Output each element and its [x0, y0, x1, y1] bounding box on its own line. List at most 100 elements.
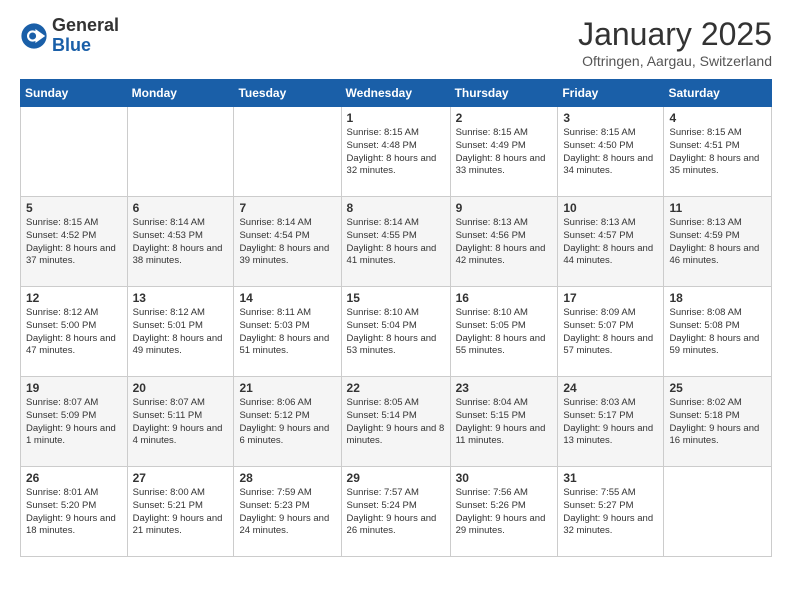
weekday-header: Friday	[558, 80, 664, 107]
day-number: 30	[456, 471, 553, 485]
day-number: 23	[456, 381, 553, 395]
day-info: Sunrise: 8:13 AM Sunset: 4:57 PM Dayligh…	[563, 217, 658, 268]
day-number: 10	[563, 201, 658, 215]
day-number: 31	[563, 471, 658, 485]
week-row: 12 Sunrise: 8:12 AM Sunset: 5:00 PM Dayli…	[21, 287, 772, 377]
day-info: Sunrise: 8:10 AM Sunset: 5:05 PM Dayligh…	[456, 307, 553, 358]
logo-general: General	[52, 15, 119, 35]
calendar-cell: 11 Sunrise: 8:13 AM Sunset: 4:59 PM Dayli…	[664, 197, 772, 287]
day-info: Sunrise: 8:06 AM Sunset: 5:12 PM Dayligh…	[239, 397, 335, 448]
day-number: 27	[133, 471, 229, 485]
calendar-cell: 26 Sunrise: 8:01 AM Sunset: 5:20 PM Dayli…	[21, 467, 128, 557]
calendar-cell: 27 Sunrise: 8:00 AM Sunset: 5:21 PM Dayli…	[127, 467, 234, 557]
header: General Blue January 2025 Oftringen, Aar…	[20, 16, 772, 69]
day-info: Sunrise: 8:07 AM Sunset: 5:09 PM Dayligh…	[26, 397, 122, 448]
weekday-header: Monday	[127, 80, 234, 107]
calendar-cell: 31 Sunrise: 7:55 AM Sunset: 5:27 PM Dayli…	[558, 467, 664, 557]
day-info: Sunrise: 8:02 AM Sunset: 5:18 PM Dayligh…	[669, 397, 766, 448]
calendar-cell: 3 Sunrise: 8:15 AM Sunset: 4:50 PM Daylig…	[558, 107, 664, 197]
day-number: 11	[669, 201, 766, 215]
day-number: 9	[456, 201, 553, 215]
weekday-header: Wednesday	[341, 80, 450, 107]
day-info: Sunrise: 8:15 AM Sunset: 4:52 PM Dayligh…	[26, 217, 122, 268]
day-info: Sunrise: 8:04 AM Sunset: 5:15 PM Dayligh…	[456, 397, 553, 448]
weekday-header: Tuesday	[234, 80, 341, 107]
day-info: Sunrise: 8:13 AM Sunset: 4:59 PM Dayligh…	[669, 217, 766, 268]
day-number: 28	[239, 471, 335, 485]
calendar-cell: 10 Sunrise: 8:13 AM Sunset: 4:57 PM Dayli…	[558, 197, 664, 287]
day-info: Sunrise: 8:01 AM Sunset: 5:20 PM Dayligh…	[26, 487, 122, 538]
day-number: 15	[347, 291, 445, 305]
calendar-cell: 22 Sunrise: 8:05 AM Sunset: 5:14 PM Dayli…	[341, 377, 450, 467]
day-info: Sunrise: 8:14 AM Sunset: 4:54 PM Dayligh…	[239, 217, 335, 268]
weekday-row: SundayMondayTuesdayWednesdayThursdayFrid…	[21, 80, 772, 107]
day-number: 7	[239, 201, 335, 215]
location: Oftringen, Aargau, Switzerland	[578, 53, 772, 69]
logo: General Blue	[20, 16, 119, 56]
day-number: 12	[26, 291, 122, 305]
day-number: 6	[133, 201, 229, 215]
day-number: 13	[133, 291, 229, 305]
calendar-cell: 17Sunrise: 8:09 AM Sunset: 5:07 PM Dayli…	[558, 287, 664, 377]
calendar-cell: 15 Sunrise: 8:10 AM Sunset: 5:04 PM Dayli…	[341, 287, 450, 377]
day-info: Sunrise: 8:05 AM Sunset: 5:14 PM Dayligh…	[347, 397, 445, 448]
day-number: 8	[347, 201, 445, 215]
calendar-cell: 24Sunrise: 8:03 AM Sunset: 5:17 PM Dayli…	[558, 377, 664, 467]
day-info: Sunrise: 8:14 AM Sunset: 4:55 PM Dayligh…	[347, 217, 445, 268]
weekday-header: Sunday	[21, 80, 128, 107]
calendar-cell	[234, 107, 341, 197]
day-number: 3	[563, 111, 658, 125]
logo-icon	[20, 22, 48, 50]
day-info: Sunrise: 8:07 AM Sunset: 5:11 PM Dayligh…	[133, 397, 229, 448]
day-number: 29	[347, 471, 445, 485]
weekday-header: Thursday	[450, 80, 558, 107]
calendar-cell: 2 Sunrise: 8:15 AM Sunset: 4:49 PM Daylig…	[450, 107, 558, 197]
day-info: Sunrise: 8:11 AM Sunset: 5:03 PM Dayligh…	[239, 307, 335, 358]
day-info: Sunrise: 8:15 AM Sunset: 4:51 PM Dayligh…	[669, 127, 766, 178]
day-info: Sunrise: 7:56 AM Sunset: 5:26 PM Dayligh…	[456, 487, 553, 538]
calendar-table: SundayMondayTuesdayWednesdayThursdayFrid…	[20, 79, 772, 557]
day-number: 2	[456, 111, 553, 125]
calendar-cell: 8 Sunrise: 8:14 AM Sunset: 4:55 PM Daylig…	[341, 197, 450, 287]
day-info: Sunrise: 8:12 AM Sunset: 5:00 PM Dayligh…	[26, 307, 122, 358]
day-info: Sunrise: 8:15 AM Sunset: 4:49 PM Dayligh…	[456, 127, 553, 178]
calendar-cell: 7 Sunrise: 8:14 AM Sunset: 4:54 PM Daylig…	[234, 197, 341, 287]
calendar-cell	[127, 107, 234, 197]
day-info: Sunrise: 8:08 AM Sunset: 5:08 PM Dayligh…	[669, 307, 766, 358]
page: General Blue January 2025 Oftringen, Aar…	[0, 0, 792, 573]
day-info: Sunrise: 8:00 AM Sunset: 5:21 PM Dayligh…	[133, 487, 229, 538]
day-number: 19	[26, 381, 122, 395]
calendar-cell: 14 Sunrise: 8:11 AM Sunset: 5:03 PM Dayli…	[234, 287, 341, 377]
calendar-cell: 21 Sunrise: 8:06 AM Sunset: 5:12 PM Dayli…	[234, 377, 341, 467]
week-row: 19 Sunrise: 8:07 AM Sunset: 5:09 PM Dayli…	[21, 377, 772, 467]
calendar-cell: 4 Sunrise: 8:15 AM Sunset: 4:51 PM Daylig…	[664, 107, 772, 197]
calendar-cell: 23 Sunrise: 8:04 AM Sunset: 5:15 PM Dayli…	[450, 377, 558, 467]
title-block: January 2025 Oftringen, Aargau, Switzerl…	[578, 16, 772, 69]
calendar-cell: 18Sunrise: 8:08 AM Sunset: 5:08 PM Dayli…	[664, 287, 772, 377]
calendar-cell: 30 Sunrise: 7:56 AM Sunset: 5:26 PM Dayli…	[450, 467, 558, 557]
week-row: 26 Sunrise: 8:01 AM Sunset: 5:20 PM Dayli…	[21, 467, 772, 557]
calendar-cell	[664, 467, 772, 557]
calendar-cell: 20 Sunrise: 8:07 AM Sunset: 5:11 PM Dayli…	[127, 377, 234, 467]
calendar-cell	[21, 107, 128, 197]
day-number: 21	[239, 381, 335, 395]
day-number: 22	[347, 381, 445, 395]
day-number: 4	[669, 111, 766, 125]
day-info: Sunrise: 7:57 AM Sunset: 5:24 PM Dayligh…	[347, 487, 445, 538]
calendar-cell: 16Sunrise: 8:10 AM Sunset: 5:05 PM Dayli…	[450, 287, 558, 377]
month-title: January 2025	[578, 16, 772, 53]
day-number: 14	[239, 291, 335, 305]
day-number: 1	[347, 111, 445, 125]
calendar-body: 1Sunrise: 8:15 AM Sunset: 4:48 PM Daylig…	[21, 107, 772, 557]
day-info: Sunrise: 7:55 AM Sunset: 5:27 PM Dayligh…	[563, 487, 658, 538]
calendar-header: SundayMondayTuesdayWednesdayThursdayFrid…	[21, 80, 772, 107]
day-info: Sunrise: 8:15 AM Sunset: 4:50 PM Dayligh…	[563, 127, 658, 178]
day-info: Sunrise: 8:10 AM Sunset: 5:04 PM Dayligh…	[347, 307, 445, 358]
day-number: 24	[563, 381, 658, 395]
calendar-cell: 5 Sunrise: 8:15 AM Sunset: 4:52 PM Daylig…	[21, 197, 128, 287]
day-number: 26	[26, 471, 122, 485]
day-number: 5	[26, 201, 122, 215]
calendar-cell: 9Sunrise: 8:13 AM Sunset: 4:56 PM Daylig…	[450, 197, 558, 287]
day-number: 20	[133, 381, 229, 395]
day-number: 25	[669, 381, 766, 395]
